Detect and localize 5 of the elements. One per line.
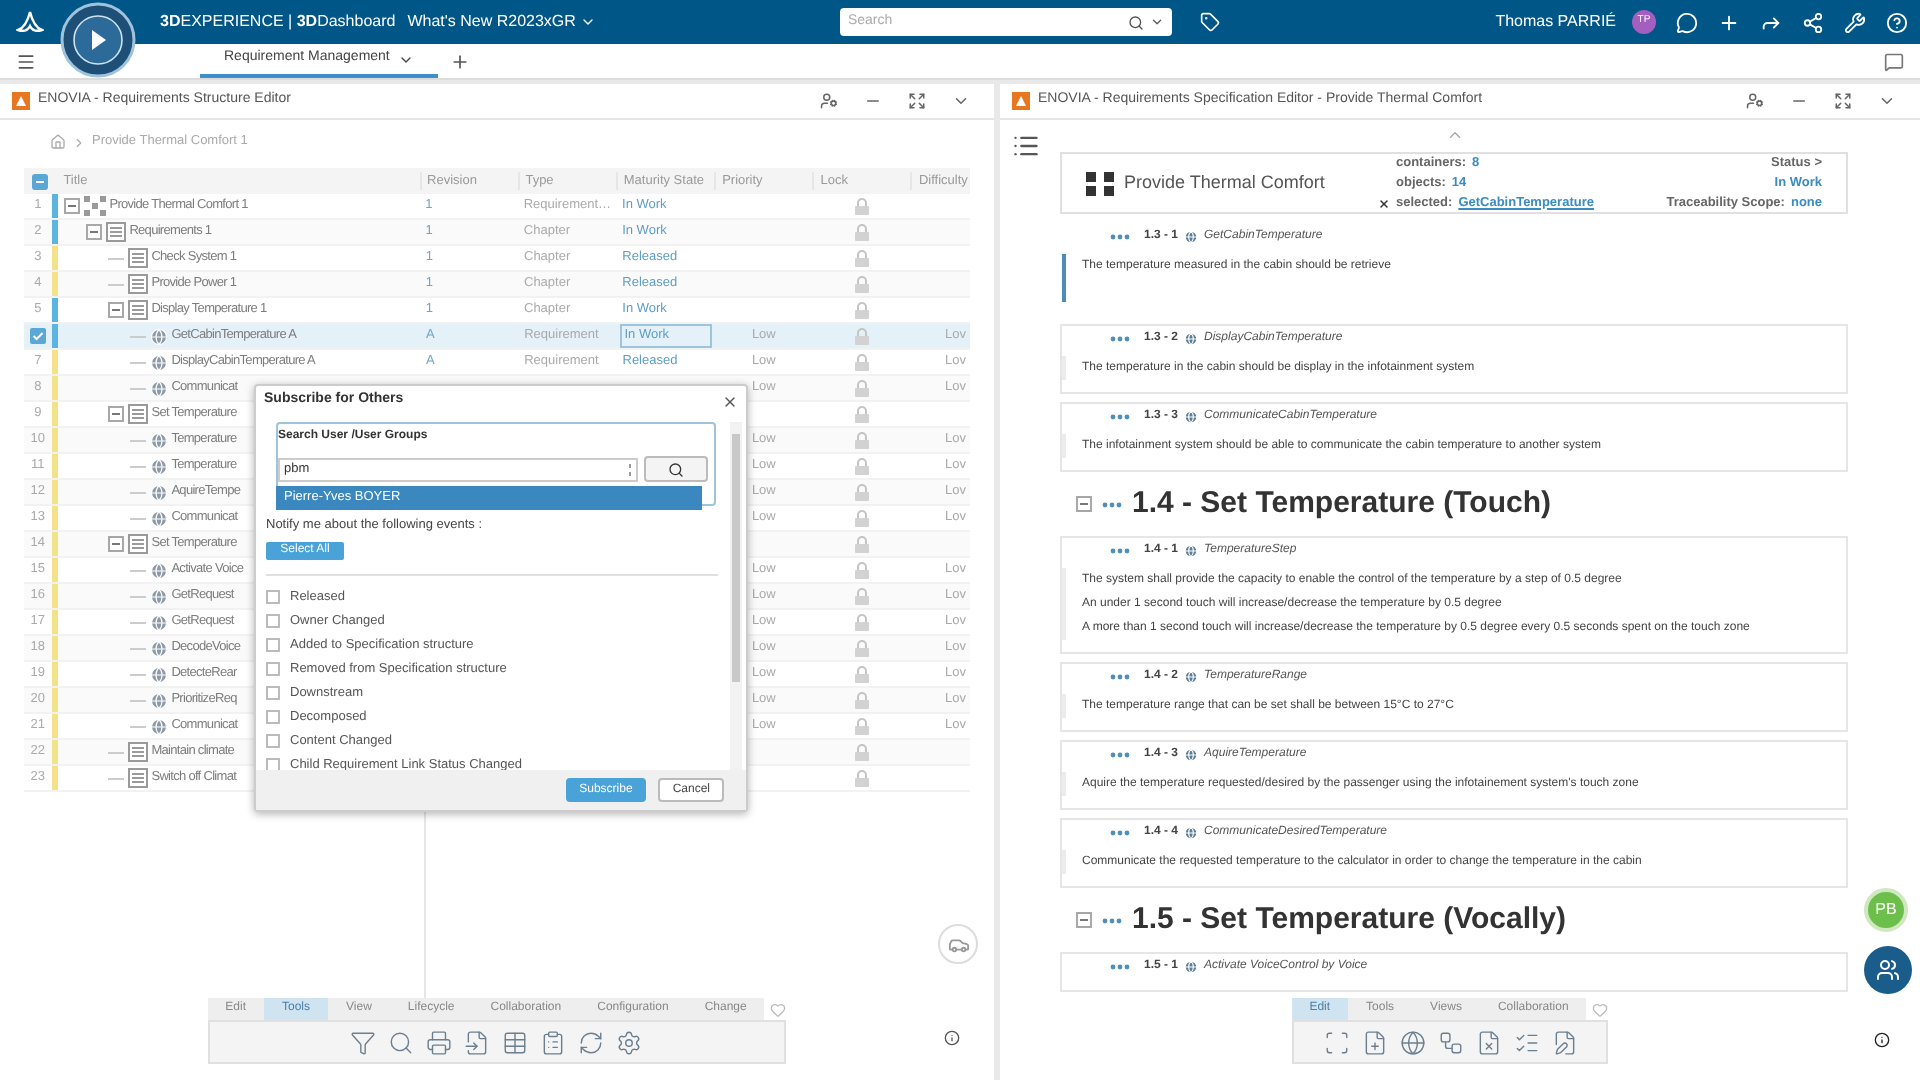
section-heading: 1.4 - Set Temperature (Touch) xyxy=(1132,483,1551,524)
specification-name: Provide Thermal Comfort xyxy=(1124,169,1325,196)
brand-title: 3DEXPERIENCE | 3DDashboard xyxy=(160,10,396,34)
user-name: Thomas PARRIÉ xyxy=(1495,10,1616,34)
section-heading: 1.5 - Set Temperature (Vocally) xyxy=(1132,899,1567,940)
